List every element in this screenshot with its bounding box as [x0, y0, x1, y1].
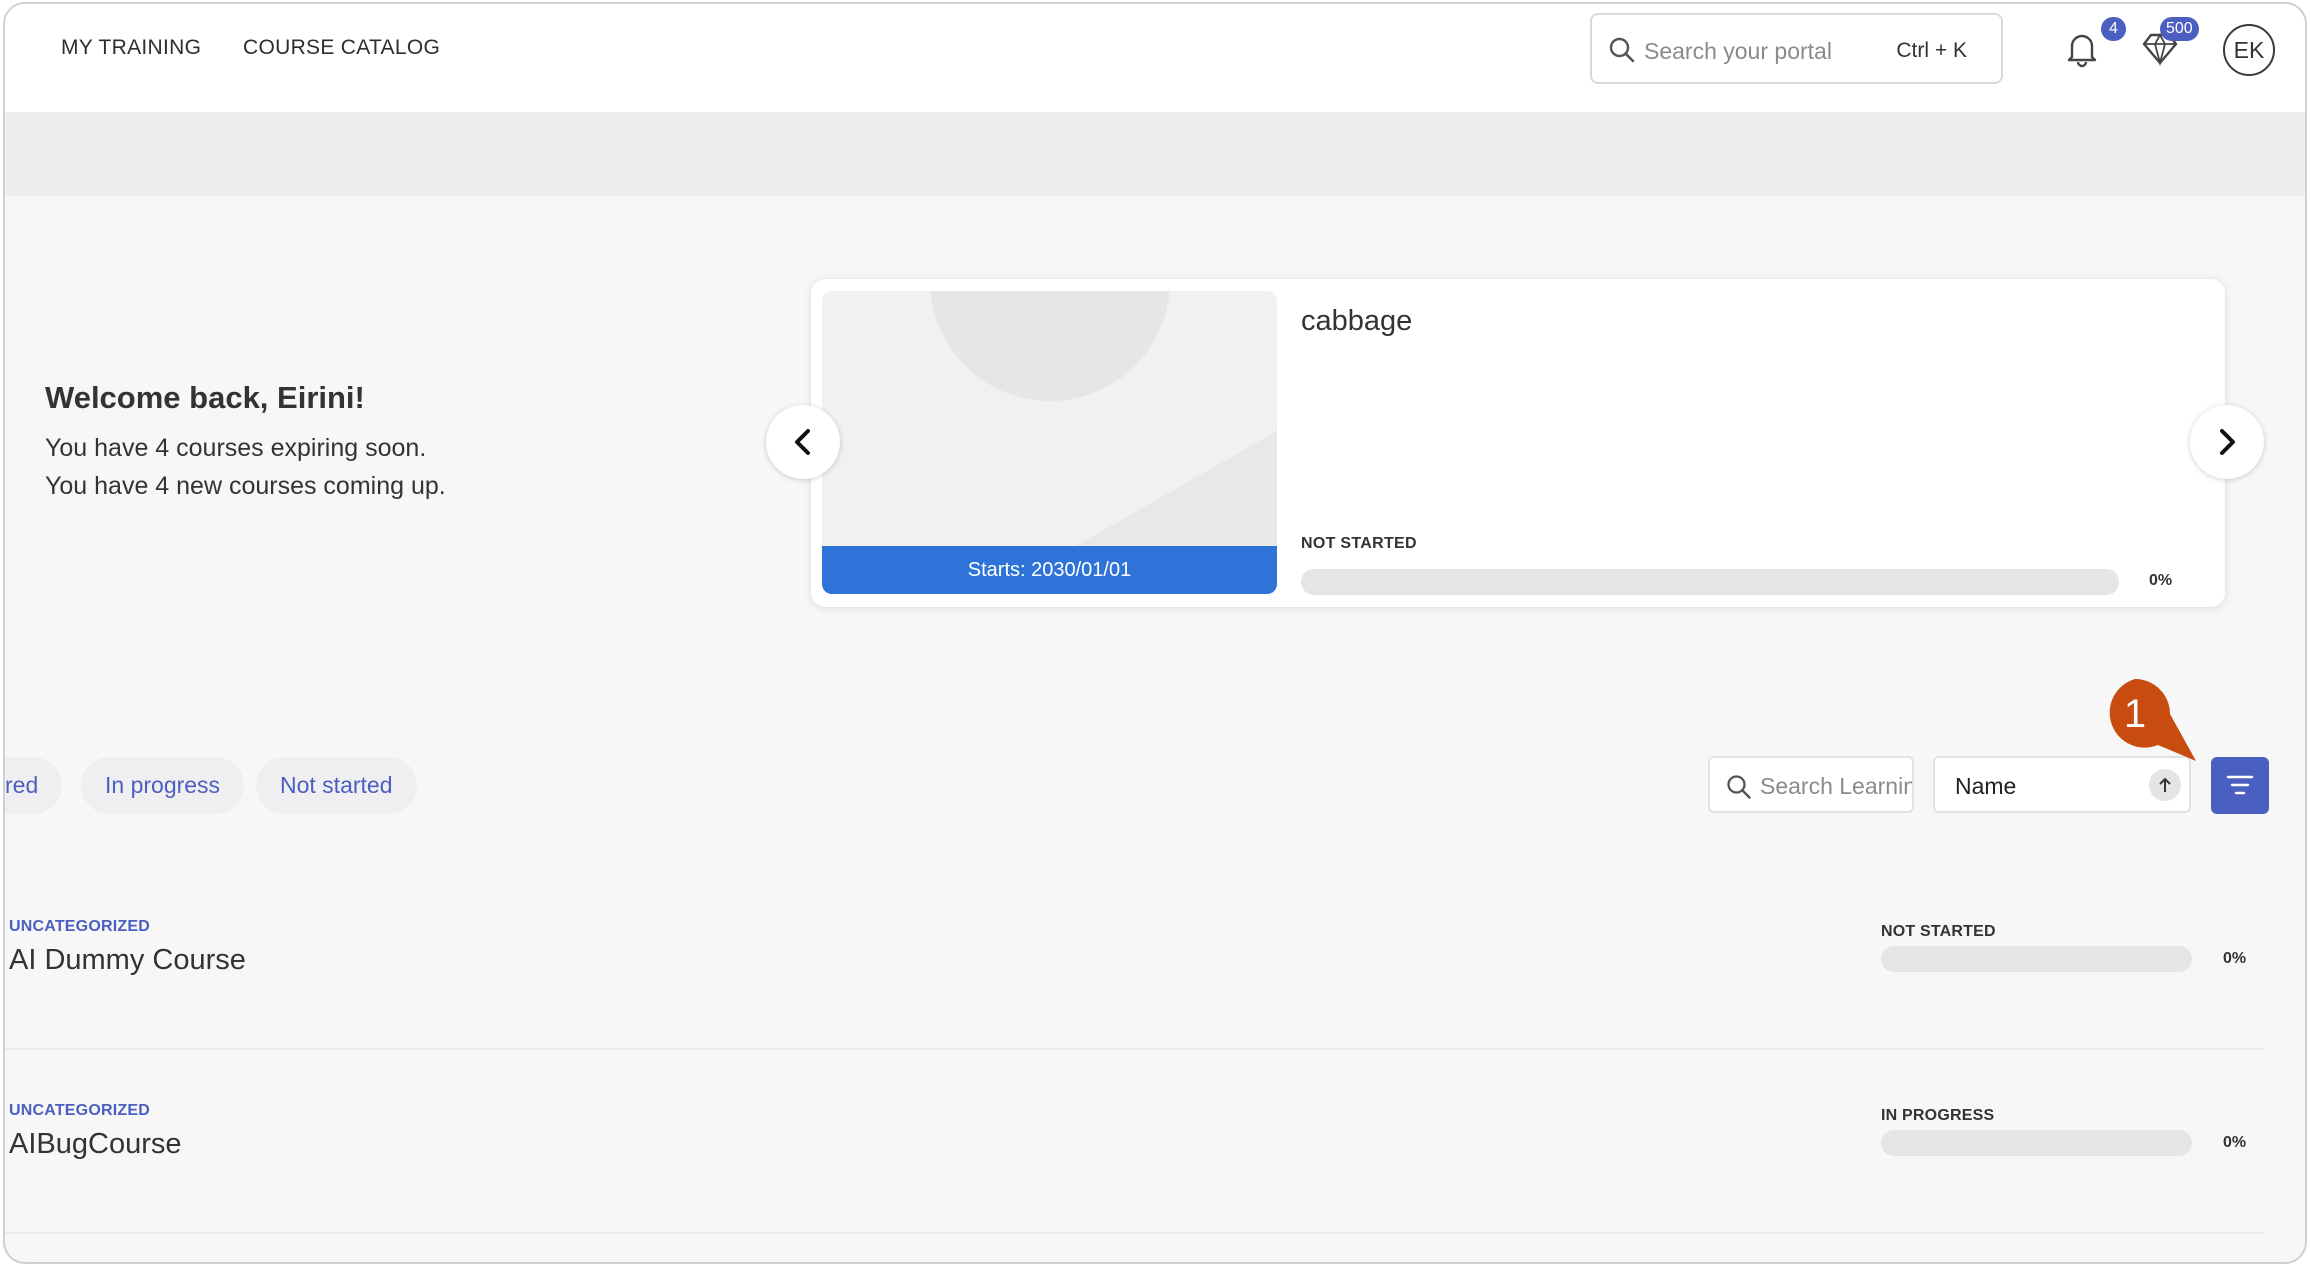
expiring-courses-text: You have 4 courses expiring soon. [45, 434, 427, 462]
course-thumbnail: Starts: 2030/01/01 [822, 291, 1277, 594]
portal-search-input[interactable]: Search your portal Ctrl + K [1590, 13, 2003, 84]
carousel-prev-button[interactable] [766, 405, 840, 479]
carousel-next-button[interactable] [2190, 405, 2264, 479]
course-name[interactable]: AIBugCourse [9, 1128, 182, 1161]
app-window: MY TRAINING COURSE CATALOG Search your p… [3, 2, 2307, 1264]
nav-my-training[interactable]: MY TRAINING [61, 36, 201, 60]
course-status: NOT STARTED [1301, 535, 1417, 552]
course-name[interactable]: AI Dummy Course [9, 944, 246, 977]
course-status: IN PROGRESS [1881, 1107, 1995, 1124]
course-row[interactable]: UNCATEGORIZED AIBugCourse IN PROGRESS 0% [5, 1050, 2263, 1234]
sub-banner [5, 112, 2305, 196]
user-avatar[interactable]: EK [2223, 24, 2275, 76]
course-progress-percent: 0% [2223, 1134, 2247, 1151]
course-progress-bar [1881, 1130, 2192, 1156]
course-progress-percent: 0% [2149, 572, 2173, 589]
top-header: MY TRAINING COURSE CATALOG Search your p… [5, 4, 2305, 112]
notifications-button[interactable] [2065, 30, 2101, 70]
course-category: UNCATEGORIZED [9, 918, 150, 935]
nav-course-catalog[interactable]: COURSE CATALOG [243, 36, 440, 60]
search-shortcut: Ctrl + K [1896, 39, 1967, 62]
welcome-title: Welcome back, Eirini! [45, 380, 365, 415]
upcoming-courses-text: You have 4 new courses coming up. [45, 472, 446, 500]
filter-chip-in-progress[interactable]: In progress [81, 757, 245, 814]
course-category: UNCATEGORIZED [9, 1102, 150, 1119]
search-placeholder: Search your portal [1644, 38, 1832, 64]
filter-chip-not-started[interactable]: Not started [256, 757, 417, 814]
callout-number: 1 [2123, 692, 2147, 736]
course-status: NOT STARTED [1881, 923, 1996, 940]
course-row[interactable]: UNCATEGORIZED AI Dummy Course NOT STARTE… [5, 866, 2263, 1050]
notifications-badge: 4 [2101, 17, 2126, 41]
gem-icon [2142, 33, 2178, 70]
learning-search-input[interactable]: Search Learning [1708, 756, 1914, 813]
course-progress-bar [1881, 946, 2192, 972]
filter-chip-partial[interactable]: red [5, 757, 63, 814]
filter-button[interactable] [2211, 757, 2269, 814]
course-progress-bar [1301, 569, 2119, 595]
course-start-date: Starts: 2030/01/01 [822, 546, 1277, 594]
course-title[interactable]: cabbage [1301, 305, 1412, 338]
course-carousel-card[interactable]: Starts: 2030/01/01 cabbage NOT STARTED 0… [811, 279, 2225, 607]
sort-value: Name [1955, 773, 2017, 799]
search-icon [1726, 774, 1752, 805]
search-icon [1608, 36, 1636, 69]
bell-icon [2065, 34, 2099, 72]
course-progress-percent: 0% [2223, 950, 2247, 967]
points-badge: 500 [2160, 17, 2199, 41]
learning-search-placeholder: Search Learning [1760, 773, 1914, 799]
step-callout: 1 [2100, 679, 2200, 791]
